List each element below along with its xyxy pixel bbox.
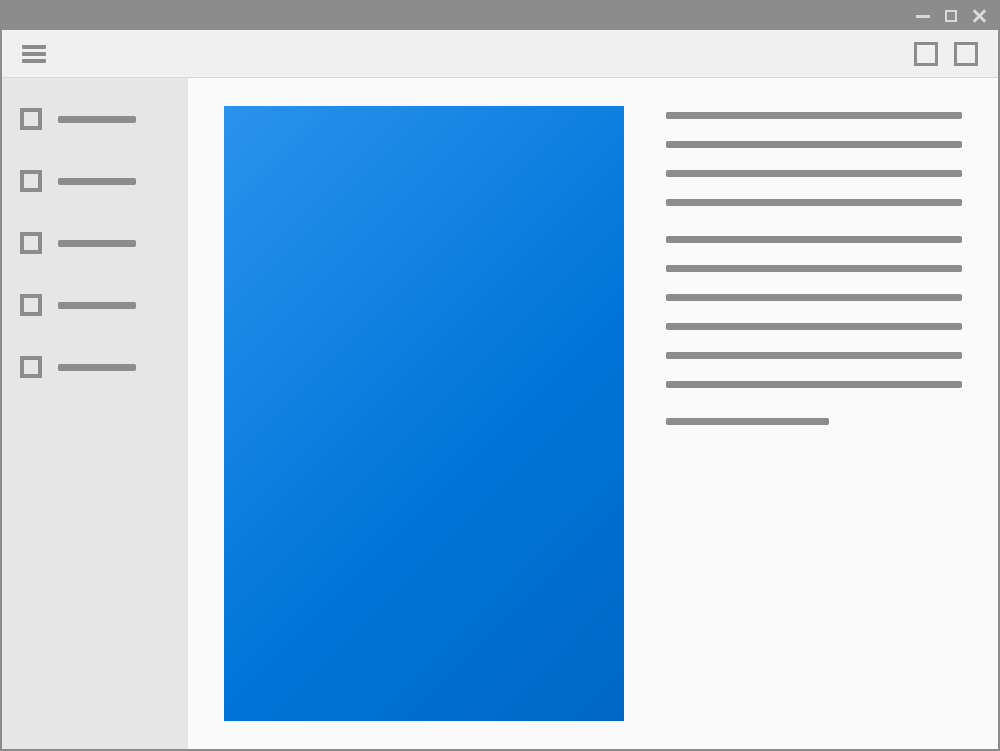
sidebar-item-label [58, 116, 136, 123]
toolbar-action-a[interactable] [914, 42, 938, 66]
menu-button[interactable] [22, 45, 46, 63]
detail-line [666, 352, 962, 359]
square-icon [20, 170, 42, 192]
maximize-icon [945, 10, 957, 22]
sidebar-item-label [58, 240, 136, 247]
toolbar-action-b[interactable] [954, 42, 978, 66]
main-content [188, 78, 998, 749]
sidebar-item-label [58, 302, 136, 309]
square-icon [20, 108, 42, 130]
titlebar [2, 2, 998, 30]
detail-line [666, 199, 962, 206]
details-panel [666, 106, 962, 721]
square-icon [20, 356, 42, 378]
detail-line [666, 170, 962, 177]
detail-line [666, 265, 962, 272]
sidebar-item[interactable] [20, 232, 170, 254]
detail-line [666, 294, 962, 301]
hamburger-icon [22, 52, 46, 56]
square-icon [20, 232, 42, 254]
detail-line-short [666, 418, 829, 425]
hamburger-icon [22, 45, 46, 49]
detail-line [666, 236, 962, 243]
app-window [0, 0, 1000, 751]
sidebar-item-label [58, 364, 136, 371]
window-body [2, 78, 998, 749]
sidebar-item-label [58, 178, 136, 185]
detail-block [666, 236, 962, 388]
toolbar-actions [914, 42, 978, 66]
close-icon [972, 9, 986, 23]
detail-line [666, 381, 962, 388]
toolbar [2, 30, 998, 78]
window-minimize-button[interactable] [916, 9, 930, 23]
detail-line [666, 141, 962, 148]
detail-line [666, 112, 962, 119]
sidebar-item[interactable] [20, 170, 170, 192]
preview-panel [224, 106, 624, 721]
sidebar [2, 78, 188, 749]
sidebar-item[interactable] [20, 294, 170, 316]
detail-block [666, 418, 962, 425]
sidebar-item[interactable] [20, 108, 170, 130]
detail-block [666, 112, 962, 206]
hamburger-icon [22, 59, 46, 63]
window-maximize-button[interactable] [944, 9, 958, 23]
window-close-button[interactable] [972, 9, 986, 23]
minimize-icon [916, 15, 930, 18]
square-icon [20, 294, 42, 316]
detail-line [666, 323, 962, 330]
sidebar-item[interactable] [20, 356, 170, 378]
